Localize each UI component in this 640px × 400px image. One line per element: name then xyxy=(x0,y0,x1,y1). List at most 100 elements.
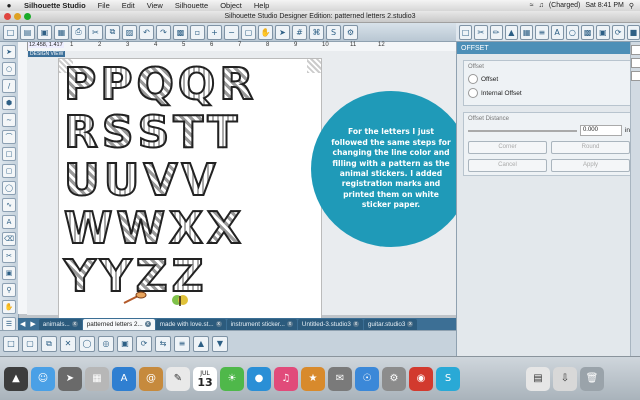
butterfly-sticker-icon[interactable] xyxy=(172,294,188,308)
panel-side-button-icon[interactable] xyxy=(631,71,640,81)
design-page[interactable]: P P Q Q R R S S T T U U V V W W X X Y Y … xyxy=(58,58,322,320)
pan-tool-icon[interactable]: ✋ xyxy=(2,300,16,314)
letter-shape[interactable]: T xyxy=(172,110,204,156)
photo-icon[interactable]: ☀ xyxy=(220,366,244,391)
tab-document[interactable]: guitar.studio3 x xyxy=(363,318,418,330)
trash-icon[interactable]: 🗑 xyxy=(580,366,604,391)
tab-document[interactable]: animals... x xyxy=(38,318,82,330)
weld-icon[interactable]: ◯ xyxy=(79,335,95,352)
contacts-icon[interactable]: @ xyxy=(139,366,163,391)
rounded-rectangle-tool-icon[interactable]: ▢ xyxy=(2,164,16,178)
menu-silhouette-studio[interactable]: Silhouette Studio xyxy=(18,1,92,10)
tab-scroll-right-icon[interactable]: ▶ xyxy=(28,320,37,328)
offset-bottom-icon[interactable]: ◎ xyxy=(98,335,114,352)
offset-option[interactable]: Offset xyxy=(468,74,630,84)
menu-help[interactable]: Help xyxy=(248,1,275,10)
menu-edit[interactable]: Edit xyxy=(116,1,141,10)
letter-shape[interactable]: W xyxy=(63,206,114,252)
letter-shape[interactable]: V xyxy=(181,158,217,204)
app-store-icon[interactable]: A xyxy=(112,366,136,391)
trace-bottom-icon[interactable]: ▣ xyxy=(117,335,133,352)
letter-shape[interactable]: X xyxy=(168,206,204,252)
print-icon[interactable]: ⎙ xyxy=(71,24,86,40)
search-icon[interactable]: ⚲ xyxy=(629,2,634,10)
close-tab-icon[interactable]: x xyxy=(215,321,222,327)
view-tool-icon[interactable]: ▣ xyxy=(2,266,16,280)
letter-shape[interactable]: T xyxy=(206,110,238,156)
downloads-stack-icon[interactable]: ⇩ xyxy=(553,366,577,391)
documents-stack-icon[interactable]: ▤ xyxy=(526,366,550,391)
transform-icon[interactable]: ⟳ xyxy=(611,24,625,40)
silhouette-studio-icon[interactable]: S xyxy=(436,366,460,391)
letter-shape[interactable]: Q xyxy=(135,62,174,108)
apply-button[interactable]: Apply xyxy=(551,159,630,172)
letter-shape[interactable]: S xyxy=(137,110,171,156)
letter-shape[interactable]: X xyxy=(206,206,242,252)
letter-shape[interactable]: U xyxy=(103,158,141,204)
guitar-sticker-icon[interactable] xyxy=(122,291,148,305)
deselect-icon[interactable]: ▢ xyxy=(22,335,38,352)
corner-button[interactable]: Corner xyxy=(468,141,547,154)
mission-control-icon[interactable]: ▦ xyxy=(85,366,109,391)
redo-icon[interactable]: ↷ xyxy=(156,24,171,40)
letter-shape[interactable]: S xyxy=(101,110,135,156)
tab-document[interactable]: made with love.st... x xyxy=(155,318,226,330)
offset-distance-slider[interactable] xyxy=(468,129,577,132)
bring-forward-icon[interactable]: ▲ xyxy=(193,335,209,352)
ungroup-icon[interactable]: ▫ xyxy=(190,24,205,40)
delete-icon[interactable]: ✕ xyxy=(60,335,76,352)
layers-tool-icon[interactable]: ☰ xyxy=(2,317,16,331)
copy-icon[interactable]: ⧉ xyxy=(105,24,120,40)
zoom-fit-icon[interactable]: ▢ xyxy=(241,24,256,40)
letter-shape[interactable]: P xyxy=(63,62,97,108)
tab-document[interactable]: instrument sticker... x xyxy=(226,318,297,330)
cut-settings-icon[interactable]: ✂ xyxy=(474,24,488,40)
select-tool-icon[interactable]: ➤ xyxy=(2,45,16,59)
duplicate-icon[interactable]: ⧉ xyxy=(41,335,57,352)
flip-icon[interactable]: ⇆ xyxy=(155,335,171,352)
library-icon[interactable]: ▦ xyxy=(54,24,69,40)
menu-view[interactable]: View xyxy=(141,1,169,10)
close-tab-icon[interactable]: x xyxy=(286,321,293,327)
menu-object[interactable]: Object xyxy=(214,1,248,10)
open-file-icon[interactable]: ▤ xyxy=(20,24,35,40)
settings-icon[interactable]: ⚙ xyxy=(343,24,358,40)
close-tab-icon[interactable]: x xyxy=(71,321,78,327)
paste-icon[interactable]: ▨ xyxy=(122,24,137,40)
save-icon[interactable]: ▣ xyxy=(37,24,52,40)
panel-side-button-icon[interactable] xyxy=(631,45,640,55)
itunes-icon[interactable]: ♫ xyxy=(274,366,298,391)
launchpad-icon[interactable]: ➤ xyxy=(58,366,82,391)
rotate-icon[interactable]: ⟳ xyxy=(136,335,152,352)
letter-shape[interactable]: Y xyxy=(63,254,97,300)
letter-shape[interactable]: Q xyxy=(177,62,216,108)
rectangle-tool-icon[interactable]: □ xyxy=(2,147,16,161)
offset-icon[interactable]: ○ xyxy=(565,24,579,40)
zoom-out-icon[interactable]: − xyxy=(224,24,239,40)
polygon-tool-icon[interactable]: ⬢ xyxy=(2,96,16,110)
internal-offset-option[interactable]: Internal Offset xyxy=(468,88,630,98)
minimize-window-button[interactable] xyxy=(14,13,21,20)
menu-file[interactable]: File xyxy=(92,1,116,10)
grid-icon[interactable]: # xyxy=(292,24,307,40)
wifi-icon[interactable]: ≈ xyxy=(530,2,534,9)
messages-icon[interactable]: ✉ xyxy=(328,366,352,391)
text-tool-icon[interactable]: A xyxy=(2,215,16,229)
cancel-button[interactable]: Cancel xyxy=(468,159,547,172)
letter-shape[interactable]: R xyxy=(218,62,254,108)
group-icon[interactable]: ▩ xyxy=(173,24,188,40)
pan-icon[interactable]: ✋ xyxy=(258,24,273,40)
magnifier-tool-icon[interactable]: ⚲ xyxy=(2,283,16,297)
letter-shape[interactable]: R xyxy=(63,110,99,156)
zoom-window-button[interactable] xyxy=(24,13,31,20)
volume-icon[interactable]: ♫ xyxy=(539,2,544,9)
fill-color-icon[interactable]: ▲ xyxy=(504,24,518,40)
registration-marks-icon[interactable]: ⌘ xyxy=(309,24,324,40)
replicate-icon[interactable]: ▩ xyxy=(581,24,595,40)
close-tab-icon[interactable]: x xyxy=(144,321,151,327)
letter-shape[interactable]: W xyxy=(116,206,167,252)
letter-shape[interactable]: V xyxy=(142,158,178,204)
text-style-icon[interactable]: A xyxy=(550,24,564,40)
letter-shape[interactable]: P xyxy=(99,62,133,108)
tab-document[interactable]: Untitled-3.studio3 x xyxy=(297,318,363,330)
